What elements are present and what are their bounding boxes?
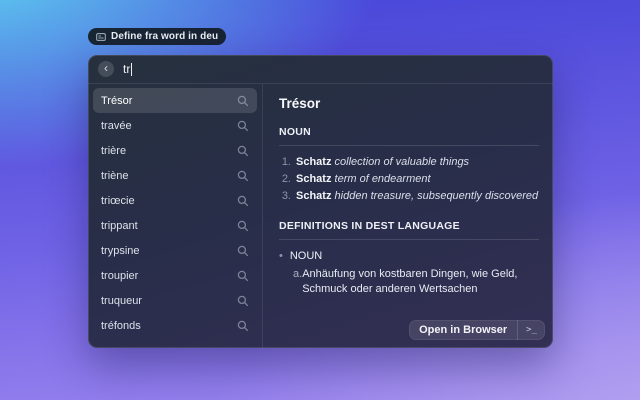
search-icon <box>237 170 249 182</box>
dest-section-heading: DEFINITIONS IN DEST LANGUAGE <box>279 220 460 232</box>
definition-item: 2. Schatz term of endearment <box>279 171 539 188</box>
text-caret <box>131 62 133 76</box>
translate-icon <box>96 32 106 42</box>
result-row[interactable]: trière <box>93 138 257 163</box>
search-icon <box>237 145 249 157</box>
result-label: trypsine <box>101 244 140 257</box>
result-row[interactable]: triœcie <box>93 188 257 213</box>
dest-pos-row: • NOUN <box>279 248 539 264</box>
search-icon <box>237 245 249 257</box>
definition-body: Schatz collection of valuable things <box>296 154 469 171</box>
result-row[interactable]: truqueur <box>93 288 257 313</box>
open-in-browser-button[interactable]: Open in Browser >_ <box>409 320 545 340</box>
definition-item: 1. Schatz collection of valuable things <box>279 154 539 171</box>
result-label: Trésor <box>101 94 133 107</box>
dest-sub-definition: a. Anhäufung von kostbaren Dingen, wie G… <box>293 267 539 297</box>
result-row[interactable]: Trésor <box>93 88 257 113</box>
definition-body: Schatz hidden treasure, subsequently dis… <box>296 188 538 205</box>
search-icon <box>237 220 249 232</box>
result-row[interactable]: troupier <box>93 263 257 288</box>
definition-term: Schatz <box>296 190 332 202</box>
sub-definition-text: Anhäufung von kostbaren Dingen, wie Geld… <box>302 268 518 295</box>
open-in-browser-label: Open in Browser <box>419 324 508 336</box>
result-label: travée <box>101 119 132 132</box>
detail-title: Trésor <box>279 96 321 111</box>
noun-definitions: 1. Schatz collection of valuable things … <box>279 154 539 205</box>
search-input[interactable]: tr <box>123 62 133 76</box>
result-row[interactable]: travée <box>93 113 257 138</box>
definition-text: hidden treasure, subsequently discovered <box>334 190 539 202</box>
noun-section-heading: NOUN <box>279 126 311 138</box>
back-button[interactable]: ‹ <box>98 61 114 77</box>
search-icon <box>237 320 249 332</box>
result-label: truqueur <box>101 294 142 307</box>
search-icon <box>237 95 249 107</box>
search-icon <box>237 120 249 132</box>
search-icon <box>237 270 249 282</box>
definition-number: 2. <box>281 173 291 185</box>
result-label: triène <box>101 169 129 182</box>
search-icon <box>237 295 249 307</box>
definition-number: 1. <box>281 156 291 168</box>
result-label: tréfonds <box>101 319 141 332</box>
chevron-left-icon: ‹ <box>104 61 108 75</box>
section-divider <box>279 145 539 146</box>
result-row[interactable]: trypsine <box>93 238 257 263</box>
result-label: triœcie <box>101 194 135 207</box>
definition-term: Schatz <box>296 173 332 185</box>
definition-text: collection of valuable things <box>334 156 470 168</box>
definition-term: Schatz <box>296 156 332 168</box>
result-label: trière <box>101 144 127 157</box>
definition-item: 3. Schatz hidden treasure, subsequently … <box>279 188 539 205</box>
search-bar: ‹ tr <box>88 55 553 84</box>
window-body: Trésor travée trière triène triœcie trip… <box>88 84 553 348</box>
search-value: tr <box>123 62 131 76</box>
dest-pos-label: NOUN <box>289 250 323 262</box>
section-divider <box>279 239 539 240</box>
definition-body: Schatz term of endearment <box>296 171 431 188</box>
sub-definition-label: a. <box>293 268 303 280</box>
definition-text: term of endearment <box>334 173 431 185</box>
bullet-icon: • <box>279 250 283 262</box>
result-label: troupier <box>101 269 139 282</box>
definition-number: 3. <box>281 190 291 202</box>
search-icon <box>237 195 249 207</box>
terminal-prompt-icon: >_ <box>517 320 545 340</box>
results-list: Trésor travée trière triène triœcie trip… <box>88 84 263 348</box>
launcher-window: ‹ tr Trésor travée trière triène triœcie… <box>88 55 553 348</box>
detail-panel: Trésor NOUN 1. Schatz collection of valu… <box>263 84 553 348</box>
result-row[interactable]: trippant <box>93 213 257 238</box>
command-title-badge: Define fra word in deu <box>88 28 227 45</box>
result-row[interactable]: tréfonds <box>93 313 257 338</box>
result-label: trippant <box>101 219 138 232</box>
result-row[interactable]: triène <box>93 163 257 188</box>
badge-label: Define fra word in deu <box>111 31 219 42</box>
